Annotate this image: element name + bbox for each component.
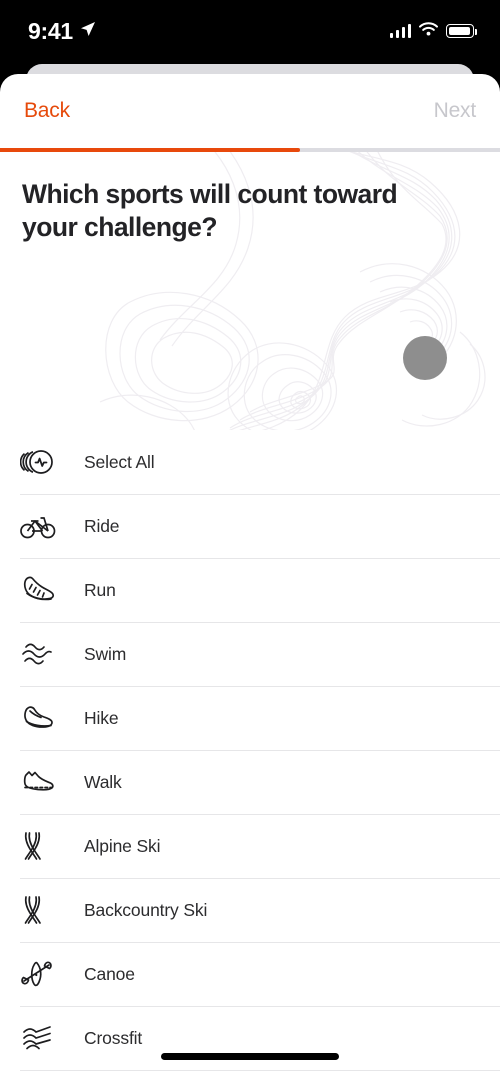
sport-row-label: Crossfit <box>84 1027 143 1048</box>
hiking-boot-icon <box>20 704 64 732</box>
battery-icon <box>446 24 477 38</box>
status-bar: 9:41 <box>0 0 500 62</box>
home-indicator[interactable] <box>161 1053 339 1060</box>
status-bar-time: 9:41 <box>28 17 73 44</box>
sport-row-select-all[interactable]: Select All <box>0 430 500 494</box>
location-arrow-icon <box>80 21 96 42</box>
kayak-paddle-icon <box>20 959 64 989</box>
walking-shoe-icon <box>20 769 64 795</box>
sport-row-swim[interactable]: Swim <box>0 622 500 686</box>
back-button[interactable]: Back <box>24 99 70 123</box>
sport-row-ride[interactable]: Ride <box>0 494 500 558</box>
select-all-icon <box>20 448 64 476</box>
page-title: Which sports will count toward your chal… <box>22 179 398 243</box>
sport-row-crossfit[interactable]: Crossfit <box>0 1006 500 1070</box>
sport-row-label: Walk <box>84 771 122 792</box>
sport-row-walk[interactable]: Walk <box>0 750 500 814</box>
next-button[interactable]: Next <box>434 99 477 123</box>
sport-row-backcountry-ski[interactable]: Backcountry Ski <box>0 878 500 942</box>
sport-row-label: Canoe <box>84 963 135 984</box>
sport-row-alpine-ski[interactable]: Alpine Ski <box>0 814 500 878</box>
crossed-skis-icon <box>20 831 64 861</box>
crossfit-waves-icon <box>20 1024 64 1052</box>
phone-screen: 9:41 Back Next Which sports will count t… <box>0 0 500 1080</box>
status-bar-left: 9:41 <box>28 17 96 44</box>
cellular-bars-icon <box>389 24 411 38</box>
sport-row-hike[interactable]: Hike <box>0 686 500 750</box>
sport-row-label: Run <box>84 579 116 600</box>
sport-row-run[interactable]: Run <box>0 558 500 622</box>
status-bar-right <box>389 21 477 41</box>
sport-row-label: Backcountry Ski <box>84 899 208 920</box>
sport-row-label: Select All <box>84 451 155 472</box>
sport-row-label: Ride <box>84 515 120 536</box>
sports-list: Select All Ride Run Swim Hike Walk Alpine Ski B… <box>0 430 500 1080</box>
sport-row-label: Hike <box>84 707 119 728</box>
wifi-icon <box>419 21 438 41</box>
sheet-card: Back Next Which sports will count toward… <box>0 74 500 1080</box>
bike-icon <box>20 513 64 539</box>
crossed-skis-icon <box>20 895 64 925</box>
avatar <box>403 336 447 380</box>
navigation-bar: Back Next <box>0 74 500 148</box>
sport-row-label: Swim <box>84 643 127 664</box>
waves-icon <box>20 641 64 667</box>
hero-section: Which sports will count toward your chal… <box>0 152 500 430</box>
sport-row-canoe[interactable]: Canoe <box>0 942 500 1006</box>
sport-row-e-bike-ride[interactable]: E-Bike Ride <box>0 1070 500 1080</box>
sport-row-label: Alpine Ski <box>84 835 161 856</box>
running-shoe-icon <box>20 576 64 604</box>
